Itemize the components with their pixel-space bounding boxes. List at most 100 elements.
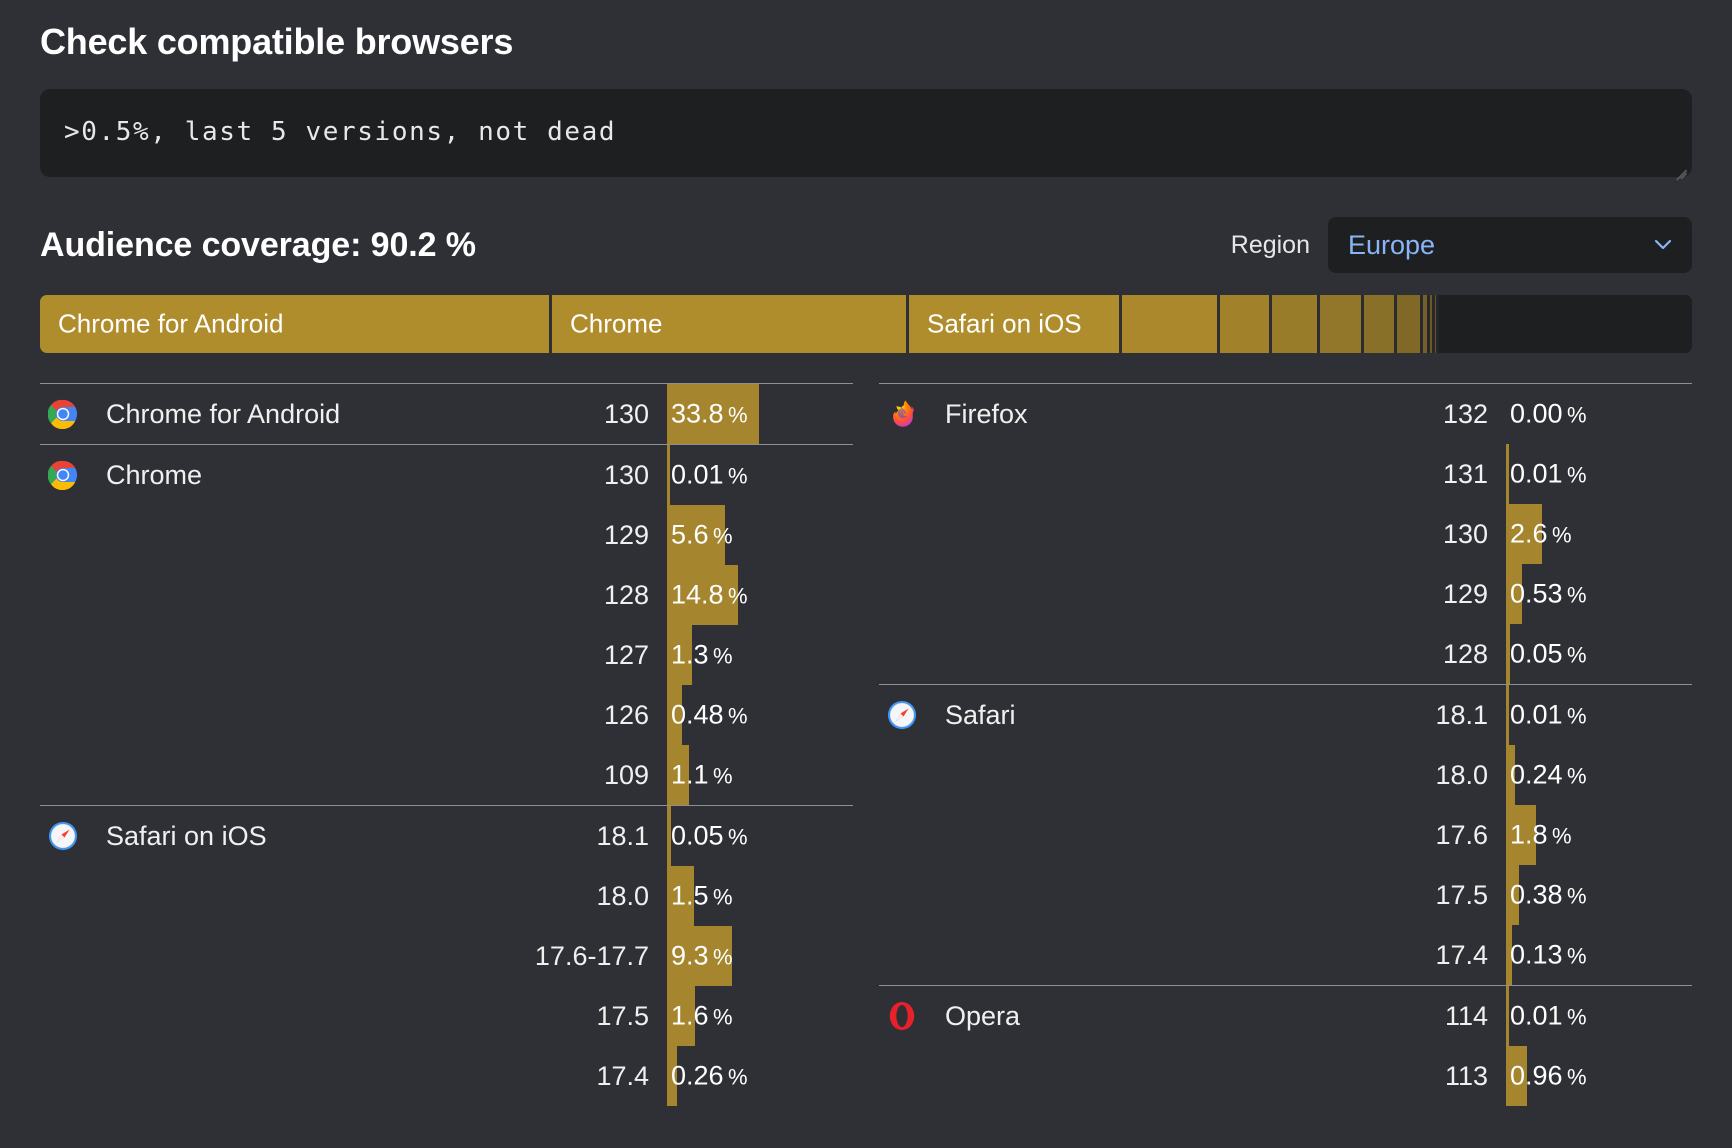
usage-value: 1.8 % <box>1510 819 1572 850</box>
stack-segment-label: Chrome <box>570 308 663 339</box>
usage-bar-cell: 9.3 % <box>667 926 853 986</box>
table-row[interactable]: Chrome 130 0.01 % <box>40 445 853 505</box>
usage-bar-cell: 0.05 % <box>667 806 853 866</box>
table-row[interactable]: 17.6-17.7 9.3 % <box>40 926 853 986</box>
browser-version: 130 <box>603 398 649 429</box>
table-row[interactable]: 130 2.6 % <box>879 504 1692 564</box>
coverage-row: Audience coverage: 90.2 % Region Europe <box>40 217 1692 273</box>
usage-bar-cell: 0.24 % <box>1506 745 1692 805</box>
region-select[interactable]: Europe <box>1328 217 1692 273</box>
usage-value: 0.48 % <box>671 699 748 730</box>
stack-segment-label: Safari on iOS <box>927 308 1082 339</box>
browser-version: 130 <box>1442 518 1488 549</box>
safari-icon <box>887 700 917 730</box>
table-row[interactable]: 17.5 0.38 % <box>879 865 1692 925</box>
browser-version: 18.0 <box>1435 759 1488 790</box>
browser-group: Safari 18.1 0.01 % 18.0 0.24 % 17.6 1.8 % 17.5 0… <box>879 684 1692 985</box>
table-row[interactable]: 18.0 0.24 % <box>879 745 1692 805</box>
usage-value: 0.01 % <box>1510 1000 1587 1031</box>
resize-grip-icon[interactable] <box>1673 159 1687 173</box>
table-row[interactable]: 128 14.8 % <box>40 565 853 625</box>
region-selected-value: Europe <box>1348 229 1436 260</box>
browser-version: 128 <box>1442 638 1488 669</box>
stack-segment[interactable]: Chrome for Android <box>40 295 552 353</box>
table-row[interactable]: 109 1.1 % <box>40 745 853 805</box>
usage-bar-cell: 0.96 % <box>1506 1046 1692 1106</box>
stack-segment[interactable] <box>1364 295 1397 353</box>
table-row[interactable]: 126 0.48 % <box>40 685 853 745</box>
browser-version: 129 <box>603 519 649 550</box>
table-row[interactable]: Safari on iOS 18.1 0.05 % <box>40 806 853 866</box>
browser-version: 17.4 <box>1435 939 1488 970</box>
chrome-icon <box>48 399 78 429</box>
table-row[interactable]: 128 0.05 % <box>879 624 1692 684</box>
stack-segment[interactable]: Chrome <box>552 295 909 353</box>
stack-segment[interactable] <box>1397 295 1423 353</box>
audience-coverage-title: Audience coverage: 90.2 % <box>40 225 476 264</box>
usage-value: 5.6 % <box>671 519 733 550</box>
table-row[interactable]: 17.4 0.26 % <box>40 1046 853 1106</box>
stack-segment[interactable] <box>1220 295 1272 353</box>
browser-icon-cell <box>40 399 106 429</box>
browser-group: Chrome 130 0.01 % 129 5.6 % 128 14.8 % 127 1.3 %… <box>40 444 853 805</box>
usage-value: 1.3 % <box>671 639 733 670</box>
table-row[interactable]: 17.6 1.8 % <box>879 805 1692 865</box>
usage-bar-cell: 0.01 % <box>1506 685 1692 745</box>
query-text[interactable]: >0.5%, last 5 versions, not dead <box>64 117 1668 147</box>
table-row[interactable]: 129 0.53 % <box>879 564 1692 624</box>
page-title: Check compatible browsers <box>40 21 514 62</box>
table-row[interactable]: Firefox 132 0.00 % <box>879 384 1692 444</box>
browser-group: Firefox 132 0.00 % 131 0.01 % 130 2.6 % 129 0.53… <box>879 383 1692 684</box>
firefox-icon <box>887 399 917 429</box>
usage-value: 0.53 % <box>1510 578 1587 609</box>
browser-group: Opera 114 0.01 % 113 0.96 % <box>879 985 1692 1106</box>
usage-bar-fill <box>1506 986 1509 1046</box>
usage-value: 0.01 % <box>1510 458 1587 489</box>
usage-value: 0.01 % <box>1510 699 1587 730</box>
usage-value: 1.1 % <box>671 759 733 790</box>
browser-name: Safari <box>945 699 1016 730</box>
table-row[interactable]: Safari 18.1 0.01 % <box>879 685 1692 745</box>
usage-bar-fill <box>667 445 670 505</box>
browser-version: 17.5 <box>596 1000 649 1031</box>
usage-value: 0.24 % <box>1510 759 1587 790</box>
usage-bar-fill <box>1506 685 1509 745</box>
usage-value: 2.6 % <box>1510 518 1572 549</box>
table-row[interactable]: 129 5.6 % <box>40 505 853 565</box>
region-control: Region Europe <box>1231 217 1692 273</box>
usage-value: 0.96 % <box>1510 1060 1587 1091</box>
usage-value: 0.01 % <box>671 459 748 490</box>
table-row[interactable]: 127 1.3 % <box>40 625 853 685</box>
browser-name: Chrome for Android <box>106 398 341 429</box>
browser-icon-cell <box>40 460 106 490</box>
browser-table-right: Firefox 132 0.00 % 131 0.01 % 130 2.6 % 129 0.53… <box>879 383 1692 1106</box>
table-row[interactable]: 17.4 0.13 % <box>879 925 1692 985</box>
table-row[interactable]: 17.5 1.6 % <box>40 986 853 1046</box>
browser-version: 17.4 <box>596 1060 649 1091</box>
table-row[interactable]: 113 0.96 % <box>879 1046 1692 1106</box>
stack-segment[interactable]: Safari on iOS <box>909 295 1122 353</box>
coverage-stacked-bar: Chrome for Android Chrome Safari on iOS <box>40 295 1692 353</box>
table-row[interactable]: 131 0.01 % <box>879 444 1692 504</box>
stack-segment[interactable] <box>1423 295 1430 353</box>
usage-bar-cell: 2.6 % <box>1506 504 1692 564</box>
usage-value: 14.8 % <box>671 579 748 610</box>
opera-icon <box>887 1001 917 1031</box>
usage-bar-cell: 0.26 % <box>667 1046 853 1106</box>
browser-icon-cell <box>879 1001 945 1031</box>
table-row[interactable]: Opera 114 0.01 % <box>879 986 1692 1046</box>
usage-value: 1.6 % <box>671 1000 733 1031</box>
query-input[interactable]: >0.5%, last 5 versions, not dead <box>40 89 1692 177</box>
usage-value: 0.00 % <box>1510 398 1587 429</box>
usage-value: 0.05 % <box>1510 638 1587 669</box>
stack-segment[interactable] <box>1320 295 1364 353</box>
usage-bar-cell: 0.01 % <box>1506 986 1692 1046</box>
usage-value: 0.38 % <box>1510 879 1587 910</box>
stack-segment[interactable] <box>1122 295 1220 353</box>
usage-value: 0.13 % <box>1510 939 1587 970</box>
table-row[interactable]: Chrome for Android 130 33.8 % <box>40 384 853 444</box>
stack-segment[interactable] <box>1272 295 1320 353</box>
usage-bar-cell: 0.38 % <box>1506 865 1692 925</box>
browser-group: Chrome for Android 130 33.8 % <box>40 383 853 444</box>
table-row[interactable]: 18.0 1.5 % <box>40 866 853 926</box>
